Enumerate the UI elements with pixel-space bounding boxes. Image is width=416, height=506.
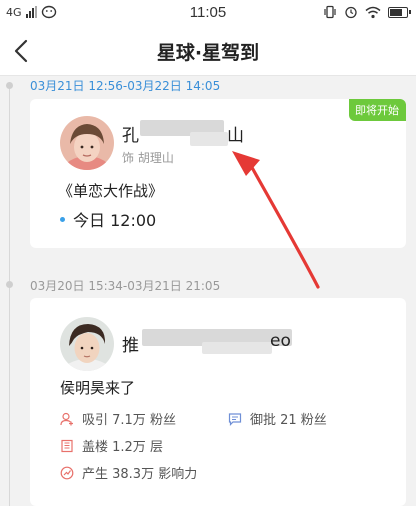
- alarm-icon: [345, 6, 357, 19]
- redacted-area: [202, 342, 272, 354]
- work-title: 《单恋大作战》: [58, 182, 164, 200]
- timeline-dot: [6, 281, 13, 288]
- vibrate-icon: [324, 5, 336, 19]
- nav-bar: 星球·星驾到: [0, 26, 416, 76]
- page-title: 星球·星驾到: [156, 42, 260, 64]
- wifi-icon: [365, 6, 381, 18]
- event-card[interactable]: 推 eo 侯明昊来了 吸引 7.1万 粉丝 御批 21 粉丝 盖楼 1.2万 层…: [30, 298, 406, 506]
- time-dot: [60, 216, 65, 222]
- role-text: 饰 胡理山: [122, 151, 174, 165]
- event-daterange: 03月21日 12:56-03月22日 14:05: [30, 79, 221, 93]
- stat-floors: 盖楼 1.2万 层: [60, 436, 163, 455]
- chat-icon: [228, 412, 242, 426]
- timeline-dot: [6, 82, 13, 89]
- event-time: 今日 12:00: [60, 207, 156, 231]
- event-title: 侯明昊来了: [60, 379, 136, 397]
- building-icon: [61, 439, 73, 452]
- redacted-area: [190, 132, 228, 146]
- battery-icon: [388, 6, 411, 18]
- avatar[interactable]: [60, 317, 114, 371]
- stat-approve: 御批 21 粉丝: [228, 409, 327, 428]
- timeline-line: [9, 82, 10, 506]
- star-name: 推: [122, 336, 139, 356]
- event-card[interactable]: 即将开始 孔 山 饰 胡理山 《单恋大作战》 今日 12:00: [30, 99, 406, 248]
- star-name-end: eo: [270, 331, 291, 351]
- user-plus-icon: [60, 412, 73, 425]
- event-daterange: 03月20日 15:34-03月21日 21:05: [30, 279, 221, 293]
- status-badge: 即将开始: [349, 99, 406, 121]
- stat-attract: 吸引 7.1万 粉丝: [60, 409, 176, 428]
- star-name: 孔: [122, 126, 139, 146]
- status-bar: 4G 11:05: [0, 0, 416, 26]
- chart-icon: [60, 466, 74, 479]
- star-name-end: 山: [227, 126, 244, 146]
- stat-influence: 产生 38.3万 影响力: [60, 463, 197, 482]
- avatar[interactable]: [60, 116, 114, 170]
